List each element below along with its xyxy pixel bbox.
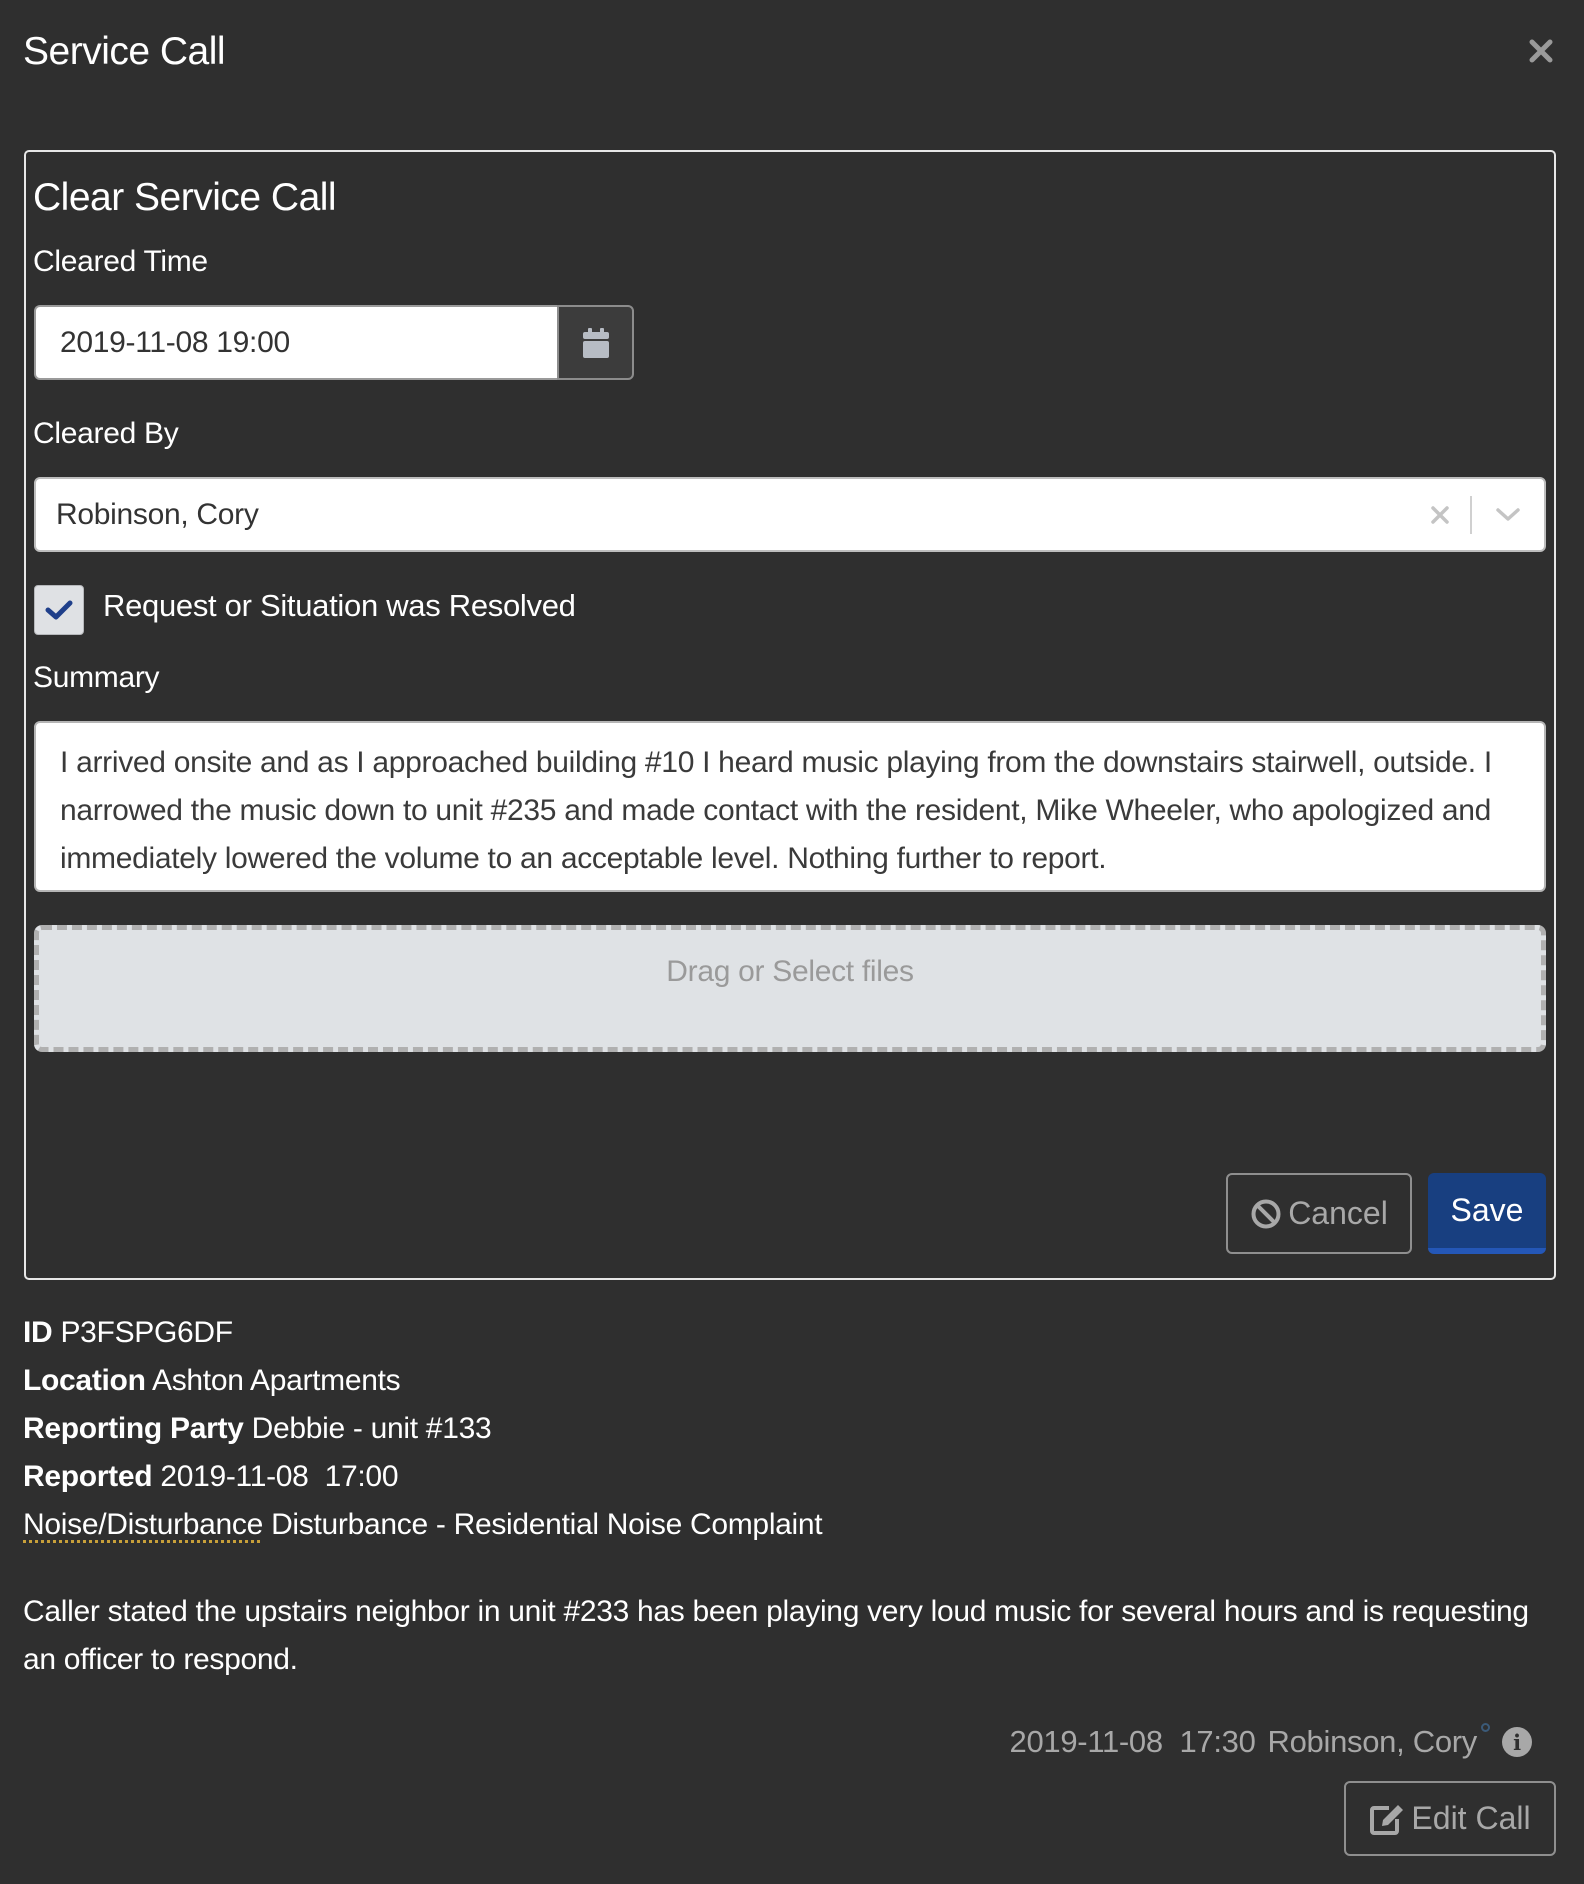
detail-location: Location Ashton Apartments (23, 1364, 401, 1398)
resolved-checkbox[interactable] (34, 585, 84, 635)
ban-icon (1251, 1199, 1281, 1228)
save-label: Save (1450, 1192, 1524, 1228)
detail-reported: Reported 2019-11-08 17:00 (23, 1460, 399, 1494)
detail-location-value: Ashton Apartments (152, 1364, 401, 1397)
close-icon (1431, 505, 1449, 524)
cleared-time-value: 2019-11-08 19:00 (60, 325, 290, 359)
cleared-by-label: Cleared By (33, 417, 179, 450)
detail-reported-label: Reported (23, 1460, 153, 1493)
cleared-time-input[interactable]: 2019-11-08 19:00 (34, 305, 558, 380)
meta-timestamp: 2019-11-08 17:30 (1009, 1724, 1256, 1759)
calendar-icon (582, 327, 609, 358)
cleared-by-value: Robinson, Cory (56, 497, 259, 531)
edit-call-label: Edit Call (1411, 1800, 1531, 1836)
close-button[interactable] (1524, 34, 1558, 68)
edit-icon (1370, 1804, 1404, 1835)
cleared-time-label: Cleared Time (33, 245, 208, 278)
meta-author: Robinson, Cory (1267, 1724, 1478, 1759)
summary-label: Summary (33, 661, 160, 694)
summary-textarea[interactable]: I arrived onsite and as I approached bui… (34, 721, 1546, 892)
cancel-label: Cancel (1288, 1195, 1388, 1231)
file-dropzone[interactable]: Drag or Select files (34, 925, 1546, 1052)
calendar-button[interactable] (557, 305, 634, 380)
close-icon (1529, 39, 1553, 63)
detail-id-label: ID (23, 1316, 53, 1349)
cleared-by-select[interactable]: Robinson, Cory (34, 477, 1546, 552)
category-link[interactable]: Noise/Disturbance (23, 1508, 263, 1541)
detail-id: ID P3FSPG6DF (23, 1316, 233, 1350)
info-icon[interactable]: i (1502, 1727, 1532, 1757)
call-meta: 2019-11-08 17:30 Robinson, Cory i (1009, 1722, 1532, 1760)
detail-reporting-party-value: Debbie - unit #133 (251, 1412, 492, 1445)
edit-call-button[interactable]: Edit Call (1344, 1781, 1556, 1856)
detail-reporting-party: Reporting Party Debbie - unit #133 (23, 1412, 492, 1446)
detail-location-label: Location (23, 1364, 146, 1397)
modal-title: Service Call (23, 30, 226, 73)
section-title: Clear Service Call (33, 176, 337, 219)
dropdown-toggle[interactable] (1472, 479, 1544, 550)
call-description: Caller stated the upstairs neighbor in u… (23, 1595, 1529, 1676)
clear-selection-button[interactable] (1410, 479, 1470, 550)
detail-id-value: P3FSPG6DF (60, 1316, 233, 1349)
checkmark-icon (45, 600, 73, 620)
cancel-button[interactable]: Cancel (1226, 1173, 1412, 1254)
category-value: Disturbance - Residential Noise Complain… (271, 1508, 823, 1541)
resolved-label[interactable]: Request or Situation was Resolved (103, 588, 576, 624)
detail-category: Noise/Disturbance Disturbance - Resident… (23, 1508, 823, 1542)
chevron-down-icon (1496, 507, 1520, 521)
save-button[interactable]: Save (1428, 1173, 1546, 1254)
detail-reporting-party-label: Reporting Party (23, 1412, 244, 1445)
presence-indicator-icon (1481, 1722, 1490, 1732)
detail-reported-value: 2019-11-08 17:00 (160, 1460, 399, 1493)
dropzone-label: Drag or Select files (666, 955, 914, 988)
